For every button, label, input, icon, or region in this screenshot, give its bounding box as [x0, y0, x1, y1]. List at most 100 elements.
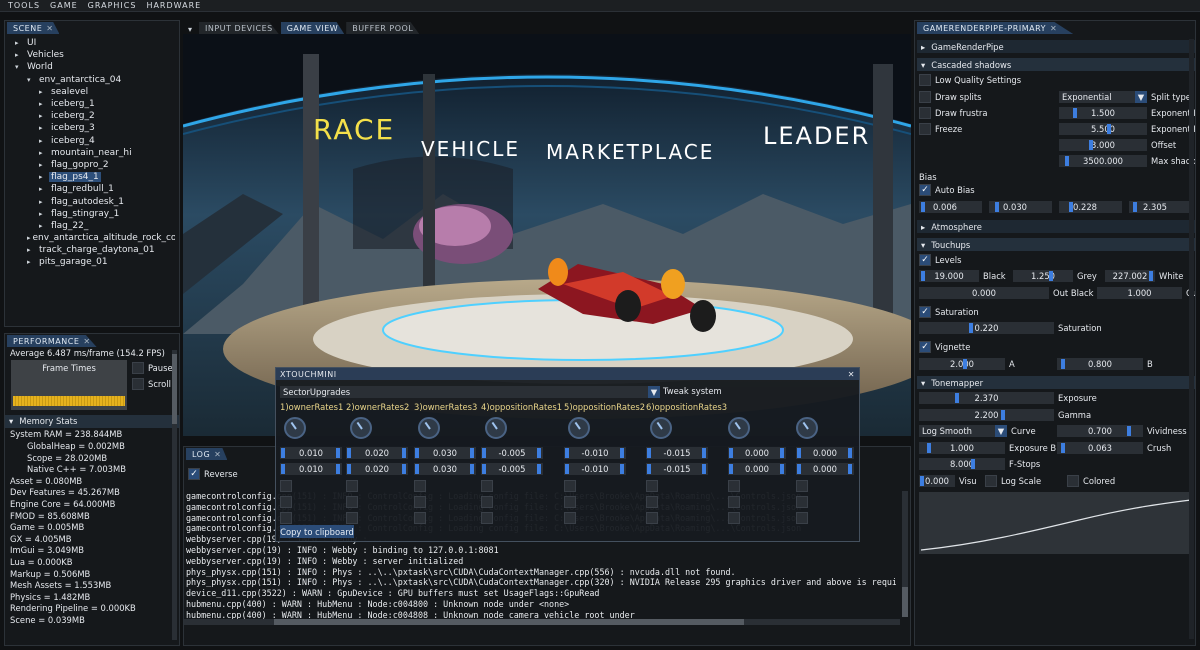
crush-slider[interactable]: 0.063 [1057, 442, 1143, 454]
exponent2-slider[interactable]: 5.500 [1059, 123, 1147, 135]
chevron-right-icon[interactable]: ▸ [15, 39, 25, 47]
performance-scrollbar-thumb[interactable] [172, 354, 177, 424]
out-black-slider[interactable]: 0.000 [919, 287, 1049, 299]
knob-icon[interactable] [796, 417, 818, 439]
xtouch-value-field[interactable]: 0.020 [346, 463, 408, 475]
chevron-right-icon[interactable]: ▸ [27, 258, 37, 266]
copy-to-clipboard-button[interactable]: Copy to clipboard [280, 525, 354, 538]
slider-grab[interactable] [921, 202, 925, 212]
exposure-b-slider[interactable]: 1.000 [919, 442, 1005, 454]
scroll-checkbox[interactable] [132, 377, 144, 390]
xtouch-value-field[interactable]: 0.010 [280, 447, 342, 459]
xtouch-value-field[interactable]: 0.000 [796, 447, 854, 459]
saturation-checkbox[interactable]: ✓ [919, 306, 931, 318]
chevron-right-icon[interactable]: ▸ [39, 124, 49, 132]
exponent1-slider[interactable]: 1.500 [1059, 107, 1147, 119]
xtouch-button[interactable] [414, 512, 426, 524]
chevron-right-icon[interactable]: ▸ [39, 210, 49, 218]
memory-stats-header[interactable]: ▾ Memory Stats [5, 414, 179, 428]
slider-grab[interactable] [647, 464, 651, 474]
xtouch-button[interactable] [414, 480, 426, 492]
slider-grab[interactable] [1127, 426, 1131, 436]
slider-grab[interactable] [336, 448, 340, 458]
knob-icon[interactable] [350, 417, 372, 439]
slider-grab[interactable] [1073, 108, 1077, 118]
tab-game-view[interactable]: GAME VIEW [280, 22, 345, 34]
chevron-down-icon[interactable]: ▾ [15, 63, 25, 71]
knob-icon[interactable] [485, 417, 507, 439]
xtouch-button[interactable] [796, 480, 808, 492]
slider-grab[interactable] [920, 476, 924, 486]
xtouch-button[interactable] [346, 480, 358, 492]
xtouch-button[interactable] [280, 496, 292, 508]
chevron-down-icon[interactable]: ▾ [27, 76, 37, 84]
freeze-checkbox[interactable] [919, 123, 931, 135]
xtouch-value-field[interactable]: -0.015 [646, 463, 708, 475]
knob-icon[interactable] [284, 417, 306, 439]
tab-menu-icon[interactable]: ▾ [183, 25, 197, 34]
grey-slider[interactable]: 1.250 [1013, 270, 1073, 282]
knob-icon[interactable] [650, 417, 672, 439]
slider-grab[interactable] [336, 464, 340, 474]
slider-grab[interactable] [1061, 359, 1065, 369]
slider-grab[interactable] [955, 393, 959, 403]
xtouch-button[interactable] [346, 512, 358, 524]
tab-input-devices[interactable]: INPUT DEVICES [199, 22, 279, 34]
knob-icon[interactable] [568, 417, 590, 439]
chevron-right-icon[interactable]: ▸ [39, 112, 49, 120]
xtouch-button[interactable] [796, 496, 808, 508]
bias-field-3[interactable]: 0.228 [1059, 201, 1122, 213]
xtouch-button[interactable] [481, 480, 493, 492]
tonemapper-header[interactable]: ▾ Tonemapper [917, 376, 1195, 389]
slider-grab[interactable] [347, 464, 351, 474]
xtouch-value-field[interactable]: 0.000 [796, 463, 854, 475]
tree-item[interactable]: ▸ flag_stingray_1 [15, 208, 175, 220]
xtouch-button[interactable] [564, 496, 576, 508]
chevron-right-icon[interactable]: ▸ [39, 149, 49, 157]
knob-icon[interactable] [728, 417, 750, 439]
xtouch-button[interactable] [481, 496, 493, 508]
tree-item[interactable]: ▸ flag_gopro_2 [15, 159, 175, 171]
slider-grab[interactable] [470, 464, 474, 474]
levels-checkbox[interactable]: ✓ [919, 254, 931, 266]
slider-grab[interactable] [415, 448, 419, 458]
xtouch-button[interactable] [728, 512, 740, 524]
xtouch-button[interactable] [646, 496, 658, 508]
xtouch-button[interactable] [414, 496, 426, 508]
tree-item[interactable]: ▸ sealevel [15, 86, 175, 98]
log-scrollbar-thumb[interactable] [902, 587, 908, 617]
vignette-checkbox[interactable]: ✓ [919, 341, 931, 353]
pause-checkbox[interactable] [132, 361, 144, 374]
auto-bias-checkbox[interactable]: ✓ [919, 184, 931, 196]
tree-item[interactable]: ▸ iceberg_3 [15, 122, 175, 134]
tab-log[interactable]: LOG ✕ [186, 448, 228, 460]
fstops-slider[interactable]: 8.000 [919, 458, 1005, 470]
xtouch-value-field[interactable]: -0.010 [564, 447, 626, 459]
xtouch-button[interactable] [280, 480, 292, 492]
xtouch-button[interactable] [346, 496, 358, 508]
menu-graphics[interactable]: GRAPHICS [88, 1, 137, 10]
xtouch-button[interactable] [646, 480, 658, 492]
slider-grab[interactable] [1069, 202, 1073, 212]
tab-gamerenderpipe[interactable]: GAMERENDERPIPE-PRIMARY ✕ [917, 22, 1074, 34]
low-quality-checkbox[interactable] [919, 74, 931, 86]
white-slider[interactable]: 227.002 [1105, 270, 1155, 282]
xtouch-value-field[interactable]: -0.010 [564, 463, 626, 475]
vividness-slider[interactable]: 0.700 [1057, 425, 1143, 437]
slider-grab[interactable] [797, 448, 801, 458]
out-white-slider[interactable]: 1.000 [1097, 287, 1182, 299]
performance-scrollbar[interactable] [172, 350, 177, 640]
black-slider[interactable]: 19.000 [919, 270, 979, 282]
xtouch-titlebar[interactable]: XTOUCHMINI ✕ [276, 368, 859, 380]
slider-grab[interactable] [415, 464, 419, 474]
xtouch-dropdown[interactable]: SectorUpgrades ▼ [280, 386, 660, 398]
slider-grab[interactable] [848, 464, 852, 474]
slider-grab[interactable] [620, 448, 624, 458]
slider-grab[interactable] [1001, 410, 1005, 420]
chevron-right-icon[interactable]: ▸ [39, 137, 49, 145]
tree-item[interactable]: ▸ pits_garage_01 [15, 256, 175, 268]
bias-field-2[interactable]: 0.030 [989, 201, 1052, 213]
gamerenderpipe-header[interactable]: ▸ GameRenderPipe [917, 40, 1195, 53]
chevron-right-icon[interactable]: ▸ [39, 173, 49, 181]
xtouch-value-field[interactable]: 0.030 [414, 447, 476, 459]
